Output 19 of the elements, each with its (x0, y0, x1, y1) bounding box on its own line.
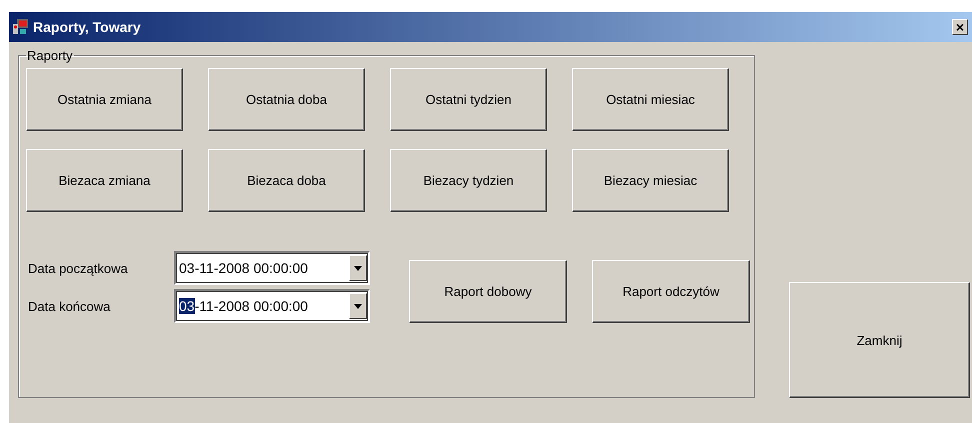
report-button[interactable]: Biezacy tydzien (390, 149, 547, 212)
field-label: Data początkowa (27, 260, 129, 276)
report-button[interactable]: Ostatnia zmiana (26, 68, 183, 131)
report-button[interactable]: Biezaca doba (208, 149, 365, 212)
field-label: Data końcowa (27, 298, 112, 314)
report-button[interactable]: Raport dobowy (409, 260, 567, 323)
report-button[interactable]: Raport odczytów (592, 260, 750, 323)
report-button[interactable]: Biezaca zmiana (26, 149, 183, 212)
report-button[interactable]: Ostatnia doba (208, 68, 365, 131)
date-picker-field[interactable]: 03-11-2008 00:00:00 (174, 251, 370, 285)
date-picker-field[interactable]: 03-11-2008 00:00:00 (174, 289, 370, 323)
report-button[interactable]: Ostatni miesiac (572, 68, 729, 131)
close-dialog-button[interactable]: Zamknij (789, 282, 970, 398)
report-button[interactable]: Ostatni tydzien (390, 68, 547, 131)
report-button[interactable]: Biezacy miesiac (572, 149, 729, 212)
computer-icon (12, 18, 30, 36)
window-title: Raporty, Towary (33, 19, 142, 35)
close-button[interactable]: × (952, 19, 968, 35)
group-title: Raporty (26, 48, 74, 63)
